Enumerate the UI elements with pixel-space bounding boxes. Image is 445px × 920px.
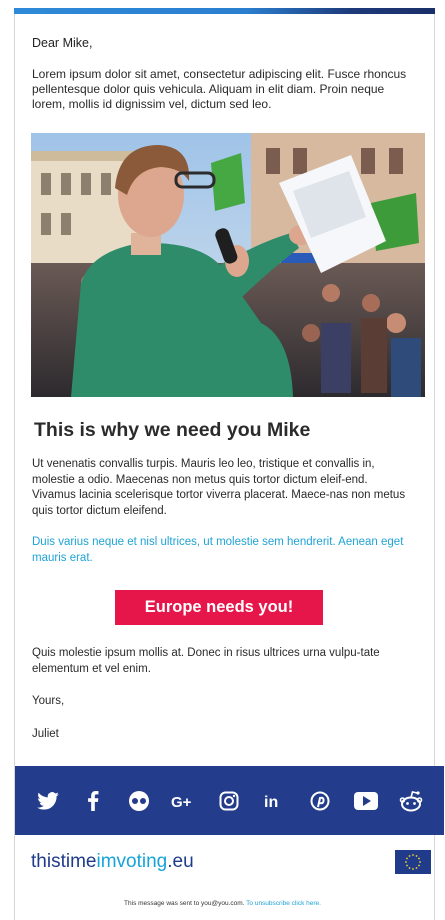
brand-part-1: thistime bbox=[31, 851, 97, 872]
unsubscribe-link[interactable]: To unsubscribe click here. bbox=[246, 900, 321, 907]
europe-needs-you-button[interactable]: Europe needs you! bbox=[115, 590, 323, 625]
svg-text:G+: G+ bbox=[171, 794, 192, 810]
pinterest-icon[interactable] bbox=[307, 788, 333, 814]
brand-part-3: .eu bbox=[167, 851, 194, 872]
hero-image bbox=[31, 133, 425, 397]
eu-flag-icon bbox=[395, 850, 431, 874]
footer-sent-text: This message was sent to you@you.com. bbox=[124, 900, 245, 907]
reddit-icon[interactable] bbox=[398, 788, 424, 814]
linkedin-icon[interactable]: in bbox=[262, 788, 288, 814]
flickr-icon[interactable] bbox=[126, 788, 152, 814]
signature: Juliet bbox=[32, 728, 59, 740]
google-plus-icon[interactable]: G+ bbox=[171, 788, 197, 814]
svg-text:in: in bbox=[264, 794, 278, 810]
closing: Yours, bbox=[32, 695, 65, 707]
section-headline: This is why we need you Mike bbox=[34, 419, 311, 441]
twitter-icon[interactable] bbox=[35, 788, 61, 814]
intro-paragraph: Lorem ipsum dolor sit amet, consectetur … bbox=[32, 67, 407, 111]
greeting: Dear Mike, bbox=[32, 36, 93, 50]
body-paragraph-2: Quis molestie ipsum mollis at. Donec in … bbox=[32, 647, 380, 675]
footer-note: This message was sent to you@you.com. To… bbox=[0, 900, 445, 907]
social-bar: G+ in bbox=[15, 766, 444, 835]
instagram-icon[interactable] bbox=[216, 788, 242, 814]
facebook-icon[interactable] bbox=[80, 788, 106, 814]
brand-logo[interactable]: thistimeimvoting.eu bbox=[31, 851, 194, 873]
body-paragraph-1: Ut venenatis convallis turpis. Mauris le… bbox=[32, 458, 406, 517]
youtube-icon[interactable] bbox=[353, 788, 379, 814]
highlight-paragraph: Duis varius neque et nisl ultrices, ut m… bbox=[32, 536, 404, 564]
brand-part-2: imvoting bbox=[96, 851, 168, 872]
